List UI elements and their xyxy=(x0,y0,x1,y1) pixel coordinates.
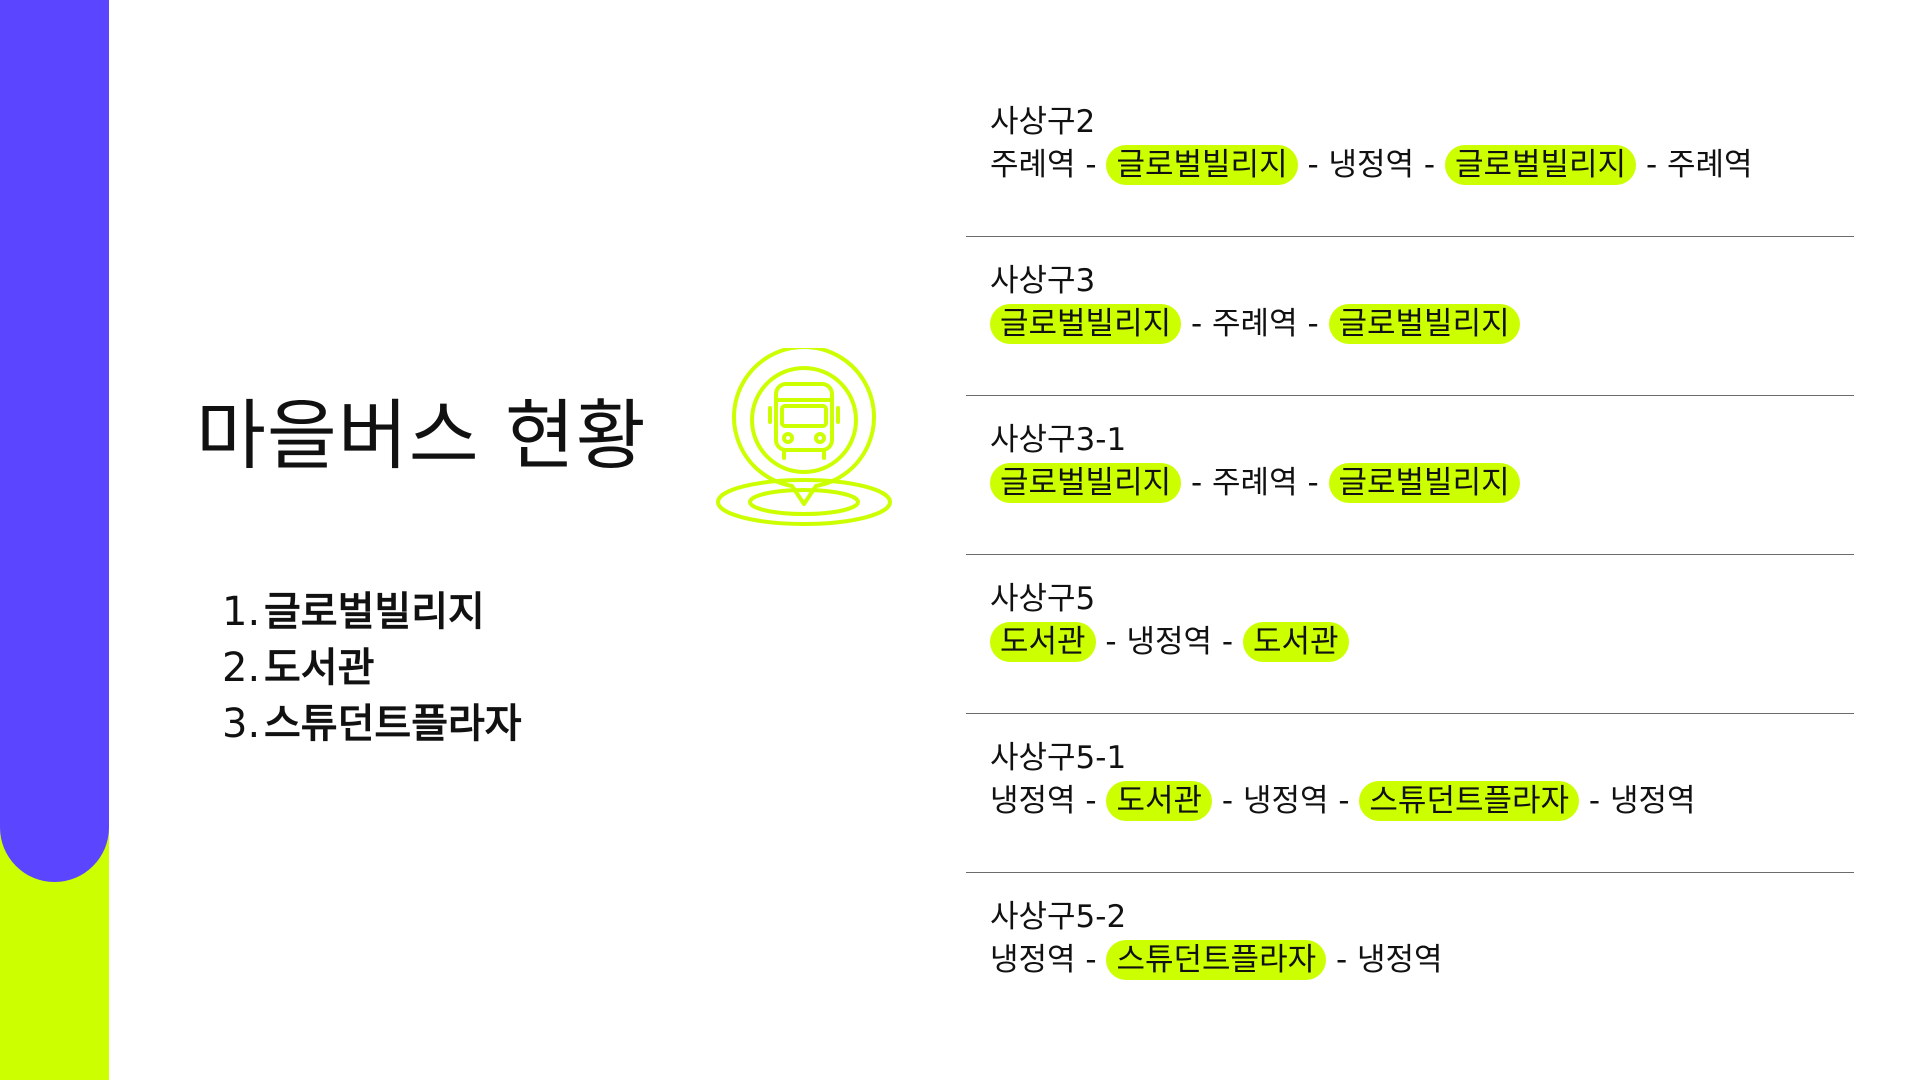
route-stop: 냉정역 xyxy=(1609,783,1696,819)
highlighted-stop: 도서관 xyxy=(1106,781,1213,821)
route-row: 사상구3 글로벌빌리지 - 주례역 - 글로벌빌리지 xyxy=(966,237,1854,396)
route-name: 사상구2 xyxy=(990,104,1096,140)
route-name: 사상구3-1 xyxy=(990,422,1127,458)
route-name: 사상구5 xyxy=(990,581,1096,617)
route-stop: 주례역 xyxy=(1212,465,1298,501)
route-row: 사상구2 주례역 - 글로벌빌리지 - 냉정역 - 글로벌빌리지 - 주례역 xyxy=(966,78,1854,237)
route-separator: - xyxy=(1414,147,1445,183)
side-accent-purple xyxy=(0,0,109,882)
route-separator: - xyxy=(1297,147,1329,183)
list-item: 3.스튜던트플라자 xyxy=(222,701,522,747)
route-name: 사상구5-1 xyxy=(990,740,1127,776)
route-separator: - xyxy=(1212,783,1243,819)
route-list: 사상구2 주례역 - 글로벌빌리지 - 냉정역 - 글로벌빌리지 - 주례역 사상구… xyxy=(966,78,1854,1032)
route-separator: - xyxy=(1297,465,1329,501)
highlighted-stop: 스튜던트플라자 xyxy=(1106,940,1327,980)
page-title: 마을버스 현황 xyxy=(196,391,647,480)
route-stop: 냉정역 xyxy=(1357,942,1443,978)
route-separator: - xyxy=(1075,147,1107,183)
route-separator: - xyxy=(1181,306,1213,342)
route-separator: - xyxy=(1095,624,1127,660)
highlighted-stop: 글로벌빌리지 xyxy=(990,463,1182,503)
route-stop: 냉정역 xyxy=(990,942,1076,978)
route-stop: 주례역 xyxy=(990,147,1076,183)
route-stop: 냉정역 xyxy=(1126,624,1213,660)
stops-list: 1.글로벌빌리지 2.도서관 3.스튜던트플라자 xyxy=(222,584,522,752)
route-stop: 냉정역 xyxy=(1328,147,1415,183)
bus-location-pin-icon xyxy=(716,348,892,526)
route-path: 글로벌빌리지 - 주례역 - 글로벌빌리지 xyxy=(990,461,1854,505)
route-row: 사상구5 도서관 - 냉정역 - 도서관 xyxy=(966,555,1854,714)
route-row: 사상구5-2 냉정역 - 스튜던트플라자 - 냉정역 xyxy=(966,873,1854,1032)
route-path: 도서관 - 냉정역 - 도서관 xyxy=(990,620,1854,664)
route-path: 냉정역 - 도서관 - 냉정역 - 스튜던트플라자 - 냉정역 xyxy=(990,779,1854,823)
route-name: 사상구5-2 xyxy=(990,899,1127,935)
route-stop: 냉정역 xyxy=(990,783,1076,819)
route-separator: - xyxy=(1579,783,1610,819)
route-path: 냉정역 - 스튜던트플라자 - 냉정역 xyxy=(990,938,1854,982)
route-row: 사상구3-1 글로벌빌리지 - 주례역 - 글로벌빌리지 xyxy=(966,396,1854,555)
route-separator: - xyxy=(1212,624,1243,660)
highlighted-stop: 글로벌빌리지 xyxy=(1328,463,1520,503)
route-name: 사상구3 xyxy=(990,263,1096,299)
route-path: 글로벌빌리지 - 주례역 - 글로벌빌리지 xyxy=(990,302,1854,346)
highlighted-stop: 글로벌빌리지 xyxy=(1106,145,1298,185)
highlighted-stop: 글로벌빌리지 xyxy=(1444,145,1637,185)
highlighted-stop: 글로벌빌리지 xyxy=(990,304,1182,344)
route-separator: - xyxy=(1636,147,1667,183)
highlighted-stop: 글로벌빌리지 xyxy=(1328,304,1520,344)
route-stop: 냉정역 xyxy=(1242,783,1329,819)
highlighted-stop: 도서관 xyxy=(1242,622,1349,662)
route-separator: - xyxy=(1181,465,1213,501)
highlighted-stop: 스튜던트플라자 xyxy=(1359,781,1580,821)
route-stop: 주례역 xyxy=(1667,147,1753,183)
highlighted-stop: 도서관 xyxy=(990,622,1096,662)
route-path: 주례역 - 글로벌빌리지 - 냉정역 - 글로벌빌리지 - 주례역 xyxy=(990,143,1854,187)
route-stop: 주례역 xyxy=(1212,306,1298,342)
route-separator: - xyxy=(1326,942,1358,978)
route-separator: - xyxy=(1075,783,1107,819)
list-item: 1.글로벌빌리지 xyxy=(222,589,485,635)
route-separator: - xyxy=(1328,783,1360,819)
route-row: 사상구5-1 냉정역 - 도서관 - 냉정역 - 스튜던트플라자 - 냉정역 xyxy=(966,714,1854,873)
list-item: 2.도서관 xyxy=(222,645,375,691)
route-separator: - xyxy=(1075,942,1107,978)
route-separator: - xyxy=(1297,306,1329,342)
